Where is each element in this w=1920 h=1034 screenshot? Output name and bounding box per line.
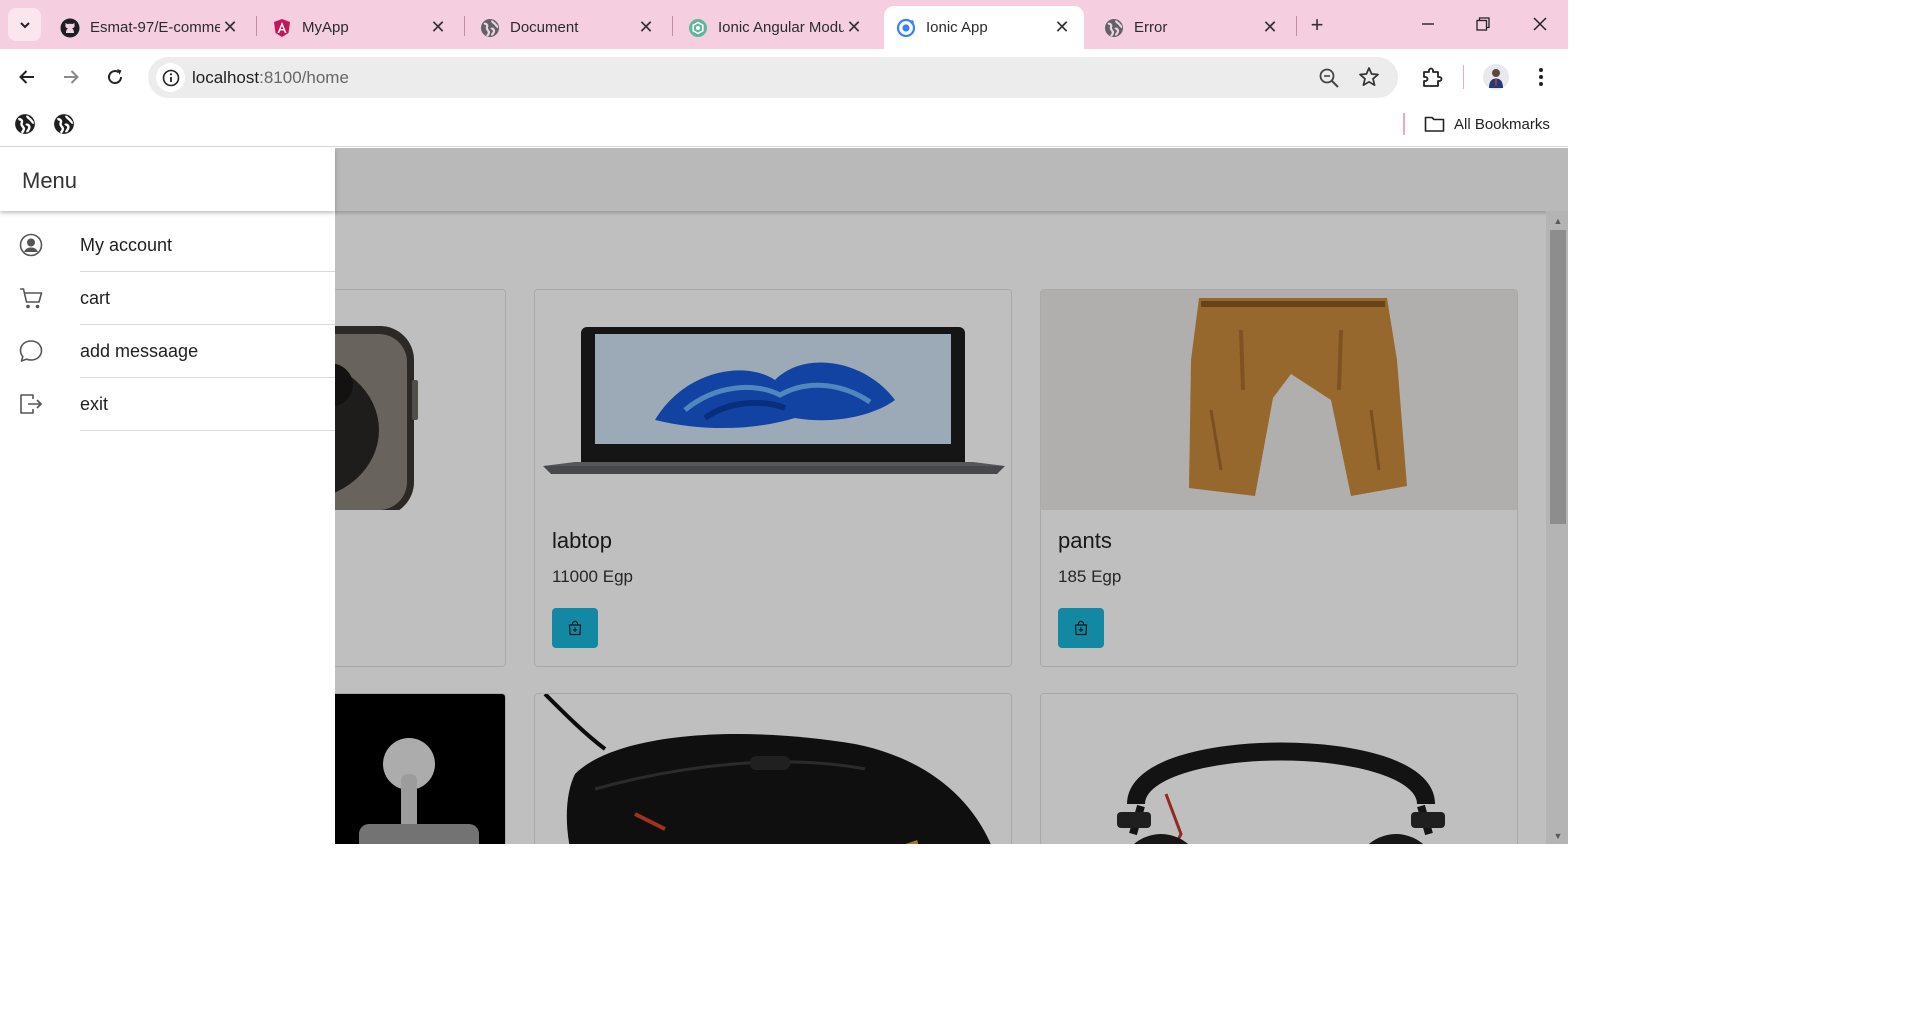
menu-item-my-account[interactable]: My account <box>0 219 335 272</box>
arrow-right-icon <box>64 70 79 84</box>
new-tab-button[interactable]: + <box>1304 12 1330 38</box>
tab-divider <box>256 16 257 36</box>
tab-title: MyApp <box>302 19 349 36</box>
star-icon <box>1359 67 1379 87</box>
extensions-button[interactable] <box>1418 63 1446 91</box>
zoom-button[interactable] <box>1318 67 1340 89</box>
globe-icon <box>480 18 500 38</box>
chevron-down-icon <box>19 21 30 28</box>
restore-button[interactable] <box>1463 8 1503 40</box>
menu-header: Menu <box>0 148 335 211</box>
browser-menu-button[interactable] <box>1527 63 1555 91</box>
minimize-icon <box>1422 23 1434 25</box>
close-window-button[interactable] <box>1520 8 1560 40</box>
tab-divider <box>672 16 673 36</box>
browser-toolbar: localhost:8100/home <box>0 49 1568 105</box>
profile-button[interactable] <box>1482 63 1510 91</box>
close-icon[interactable]: ✕ <box>220 17 240 38</box>
person-circle-icon <box>19 233 43 257</box>
more-vertical-icon <box>1539 68 1543 86</box>
globe-icon <box>1104 18 1124 38</box>
menu-item-exit[interactable]: exit <box>0 378 335 431</box>
url-host: localhost <box>192 68 260 87</box>
page-viewport: labtop 11000 Egp pants 185 Egp ▲ ▼ Menu … <box>0 148 1568 844</box>
close-icon[interactable]: ✕ <box>1052 17 1072 38</box>
bookmark-item[interactable] <box>53 113 75 135</box>
bookmarks-bar: All Bookmarks <box>0 105 1568 147</box>
cart-icon <box>20 288 43 309</box>
close-icon[interactable]: ✕ <box>636 17 656 38</box>
tab-title: Document <box>510 19 579 36</box>
tab-divider <box>1296 16 1297 36</box>
tab-document[interactable]: Document ✕ <box>468 6 668 49</box>
forward-button[interactable] <box>57 63 85 91</box>
tab-github[interactable]: Esmat-97/E-commerce ✕ <box>48 6 252 49</box>
tab-ionic-angular-module[interactable]: Ionic Angular Module ✕ <box>676 6 876 49</box>
menu-item-label: My account <box>80 235 173 255</box>
back-button[interactable] <box>13 63 41 91</box>
globe-icon <box>15 114 35 134</box>
bookmark-item[interactable] <box>14 113 36 135</box>
tab-divider <box>464 16 465 36</box>
menu-item-label: cart <box>80 288 111 308</box>
github-icon <box>60 18 80 38</box>
tab-title: Ionic App <box>926 19 988 36</box>
minimize-button[interactable] <box>1408 8 1448 40</box>
bookmark-star-button[interactable] <box>1358 66 1380 88</box>
tab-title: Ionic Angular Module <box>718 19 844 36</box>
site-info-button[interactable] <box>156 63 185 92</box>
chatgpt-icon <box>688 18 708 38</box>
tab-error[interactable]: Error ✕ <box>1092 6 1292 49</box>
tab-title: Esmat-97/E-commerce <box>90 19 220 36</box>
close-icon[interactable]: ✕ <box>844 17 864 38</box>
side-menu: Menu My account cart add messaage exit <box>0 148 335 844</box>
all-bookmarks-button[interactable]: All Bookmarks <box>1424 111 1550 137</box>
menu-title: Menu <box>22 168 78 193</box>
tab-search-button[interactable] <box>8 8 41 41</box>
menu-item-label: exit <box>80 394 109 414</box>
chat-bubble-icon <box>19 340 43 362</box>
tab-myapp[interactable]: MyApp ✕ <box>260 6 460 49</box>
divider <box>80 430 335 431</box>
close-icon[interactable]: ✕ <box>428 17 448 38</box>
arrow-left-icon <box>19 70 34 84</box>
avatar <box>1483 64 1509 90</box>
close-icon <box>1533 17 1547 31</box>
info-icon <box>162 69 179 86</box>
restore-icon <box>1476 17 1490 31</box>
toolbar-divider <box>1463 65 1464 89</box>
puzzle-icon <box>1423 67 1443 87</box>
zoom-out-icon <box>1319 68 1339 88</box>
address-bar[interactable]: localhost:8100/home <box>148 57 1398 98</box>
close-icon[interactable]: ✕ <box>1260 17 1280 38</box>
exit-icon <box>20 394 42 414</box>
url-path: :8100/home <box>259 68 349 87</box>
reload-icon <box>108 69 123 85</box>
tab-title: Error <box>1134 19 1168 36</box>
reload-button[interactable] <box>101 63 129 91</box>
menu-item-cart[interactable]: cart <box>0 272 335 325</box>
folder-icon <box>1424 116 1445 132</box>
url-text[interactable]: localhost:8100/home <box>192 68 349 88</box>
tab-ionic-app[interactable]: Ionic App ✕ <box>884 6 1084 49</box>
menu-item-add-message[interactable]: add messaage <box>0 325 335 378</box>
tab-strip: Esmat-97/E-commerce ✕ MyApp ✕ Document ✕… <box>0 0 1568 49</box>
all-bookmarks-label: All Bookmarks <box>1454 115 1550 133</box>
bookmarks-divider <box>1403 113 1405 135</box>
angular-icon <box>272 18 292 38</box>
ionic-icon <box>896 18 916 38</box>
menu-item-label: add messaage <box>80 341 199 361</box>
globe-icon <box>54 114 74 134</box>
